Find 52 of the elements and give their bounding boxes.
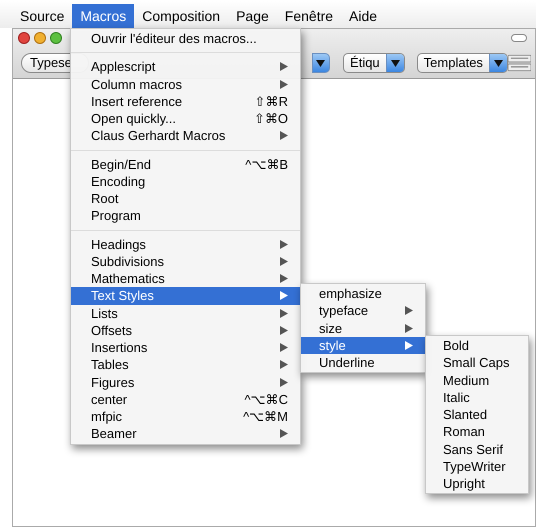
menu-item[interactable]: Figures bbox=[71, 374, 300, 391]
menu-bar-item[interactable]: Source bbox=[12, 4, 72, 28]
menu-item[interactable]: Roman bbox=[426, 423, 528, 440]
menu-bar-item[interactable]: Page bbox=[228, 4, 277, 28]
menu-item[interactable]: Subdivisions bbox=[71, 252, 300, 270]
menu-item[interactable]: Claus Gerhardt Macros bbox=[71, 127, 300, 144]
menu-item[interactable]: Tables bbox=[71, 356, 300, 374]
menu-bar-item[interactable]: Fenêtre bbox=[276, 4, 342, 28]
popup-button[interactable]: Templates bbox=[416, 53, 508, 73]
dropdown-arrow-icon bbox=[390, 60, 400, 66]
menu-item[interactable]: Lists bbox=[71, 304, 300, 322]
menu-item[interactable]: Begin/End ^⌥⌘B bbox=[71, 156, 300, 173]
menu-item[interactable]: center ^⌥⌘C bbox=[71, 390, 300, 408]
menu-item[interactable]: Program bbox=[71, 207, 300, 224]
menu-item[interactable]: Open quickly... ⇧⌘O bbox=[71, 110, 300, 128]
menu-item[interactable]: emphasize bbox=[301, 285, 425, 302]
menu-item[interactable]: Slanted bbox=[426, 406, 528, 424]
menu-item[interactable]: Beamer bbox=[71, 425, 300, 442]
menu-item[interactable]: typeface bbox=[301, 302, 425, 320]
menu-bar-item[interactable]: Macros bbox=[72, 4, 134, 28]
menu-item[interactable]: Column macros bbox=[71, 76, 300, 93]
popup-button[interactable] bbox=[312, 53, 330, 73]
menu-item[interactable]: Mathematics bbox=[71, 270, 300, 288]
menu-bar-item[interactable]: Composition bbox=[134, 4, 228, 28]
menu-item[interactable]: Small Caps bbox=[426, 354, 528, 372]
menu-item[interactable]: Upright bbox=[426, 475, 528, 492]
menu-item[interactable]: Medium bbox=[426, 372, 528, 389]
zoom-button[interactable] bbox=[50, 32, 62, 44]
menu-item[interactable]: Insertions bbox=[71, 339, 300, 356]
menu-item[interactable]: Ouvrir l'éditeur des macros... bbox=[71, 30, 300, 48]
menu-item[interactable]: Bold bbox=[426, 337, 528, 354]
menu-bar-item[interactable]: Aide bbox=[341, 4, 386, 28]
align-icon[interactable] bbox=[508, 53, 531, 73]
menu-item[interactable]: Root bbox=[71, 190, 300, 208]
menu-item[interactable]: mfpic ^⌥⌘M bbox=[71, 408, 300, 426]
menu-item[interactable]: Insert reference ⇧⌘R bbox=[71, 92, 300, 110]
menu-item[interactable]: style bbox=[301, 336, 425, 354]
toolbar-toggle-button[interactable] bbox=[511, 34, 527, 42]
menu-item[interactable]: size bbox=[301, 320, 425, 337]
dropdown-arrow-icon bbox=[316, 60, 326, 66]
close-button[interactable] bbox=[18, 32, 30, 44]
menu-item[interactable]: Italic bbox=[426, 388, 528, 406]
menu-item[interactable]: Offsets bbox=[71, 322, 300, 339]
menu-item[interactable]: Encoding bbox=[71, 172, 300, 190]
minimize-button[interactable] bbox=[34, 32, 46, 44]
menu-item[interactable]: Underline bbox=[301, 354, 425, 372]
dropdown-arrow-icon bbox=[494, 60, 503, 66]
menu-item[interactable]: Text Styles bbox=[71, 287, 300, 304]
menu-item[interactable]: Headings bbox=[71, 236, 300, 253]
popup-button[interactable]: Étiqu bbox=[343, 53, 405, 73]
menu-item[interactable]: TypeWriter bbox=[426, 458, 528, 475]
menu-item[interactable]: Sans Serif bbox=[426, 440, 528, 458]
